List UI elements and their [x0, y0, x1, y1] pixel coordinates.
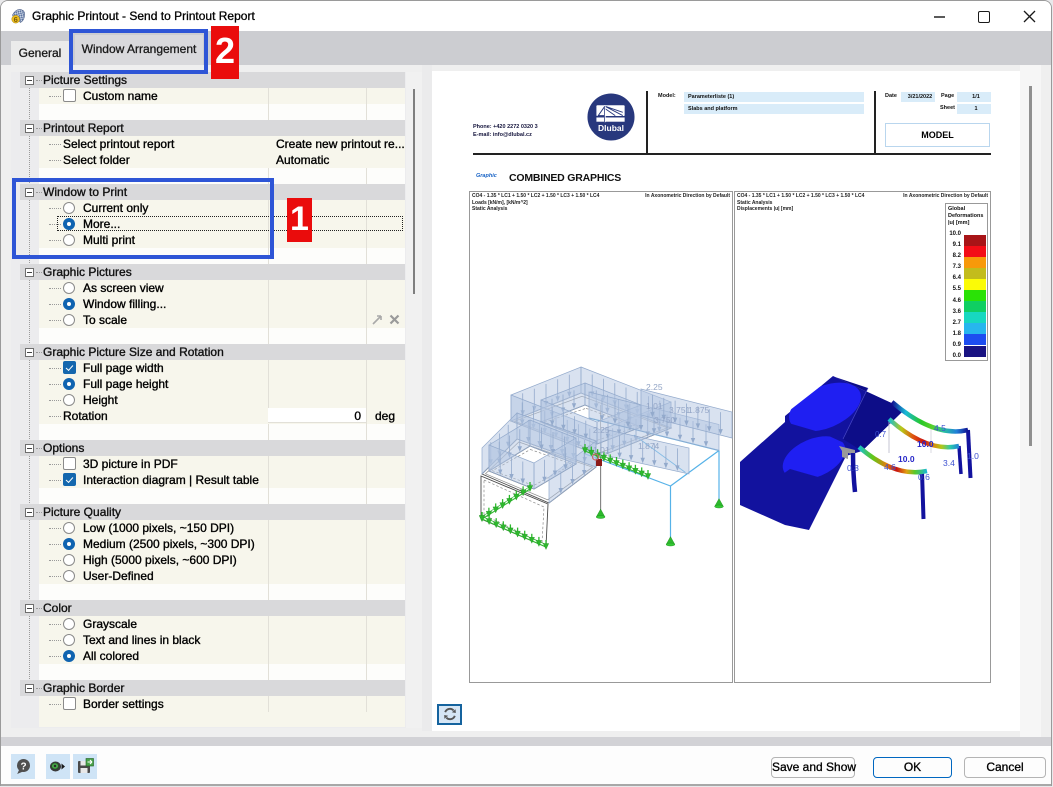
svg-text:0.7: 0.7 [875, 430, 887, 439]
svg-text:10.0: 10.0 [917, 439, 934, 449]
svg-text:2.25: 2.25 [593, 425, 610, 435]
svg-text:0.6: 0.6 [918, 472, 930, 482]
svg-text:10.0: 10.0 [898, 454, 915, 464]
svg-text:6: 6 [14, 15, 18, 24]
svg-text:1.01: 1.01 [646, 401, 663, 411]
svg-text:1.0: 1.0 [967, 451, 979, 461]
svg-text:4.6: 4.6 [884, 462, 896, 472]
svg-text:0.3: 0.3 [847, 463, 859, 473]
svg-text:3.4: 3.4 [943, 458, 955, 468]
svg-text:1.875: 1.875 [688, 405, 710, 415]
svg-text:3.750: 3.750 [654, 415, 676, 425]
svg-text:2.25: 2.25 [646, 382, 663, 392]
svg-text:1.01: 1.01 [593, 445, 610, 455]
svg-text:1.874: 1.874 [638, 441, 660, 451]
svg-text:4.5: 4.5 [934, 423, 946, 433]
svg-text:?: ? [20, 762, 26, 773]
svg-text:Dlubal: Dlubal [598, 123, 624, 133]
